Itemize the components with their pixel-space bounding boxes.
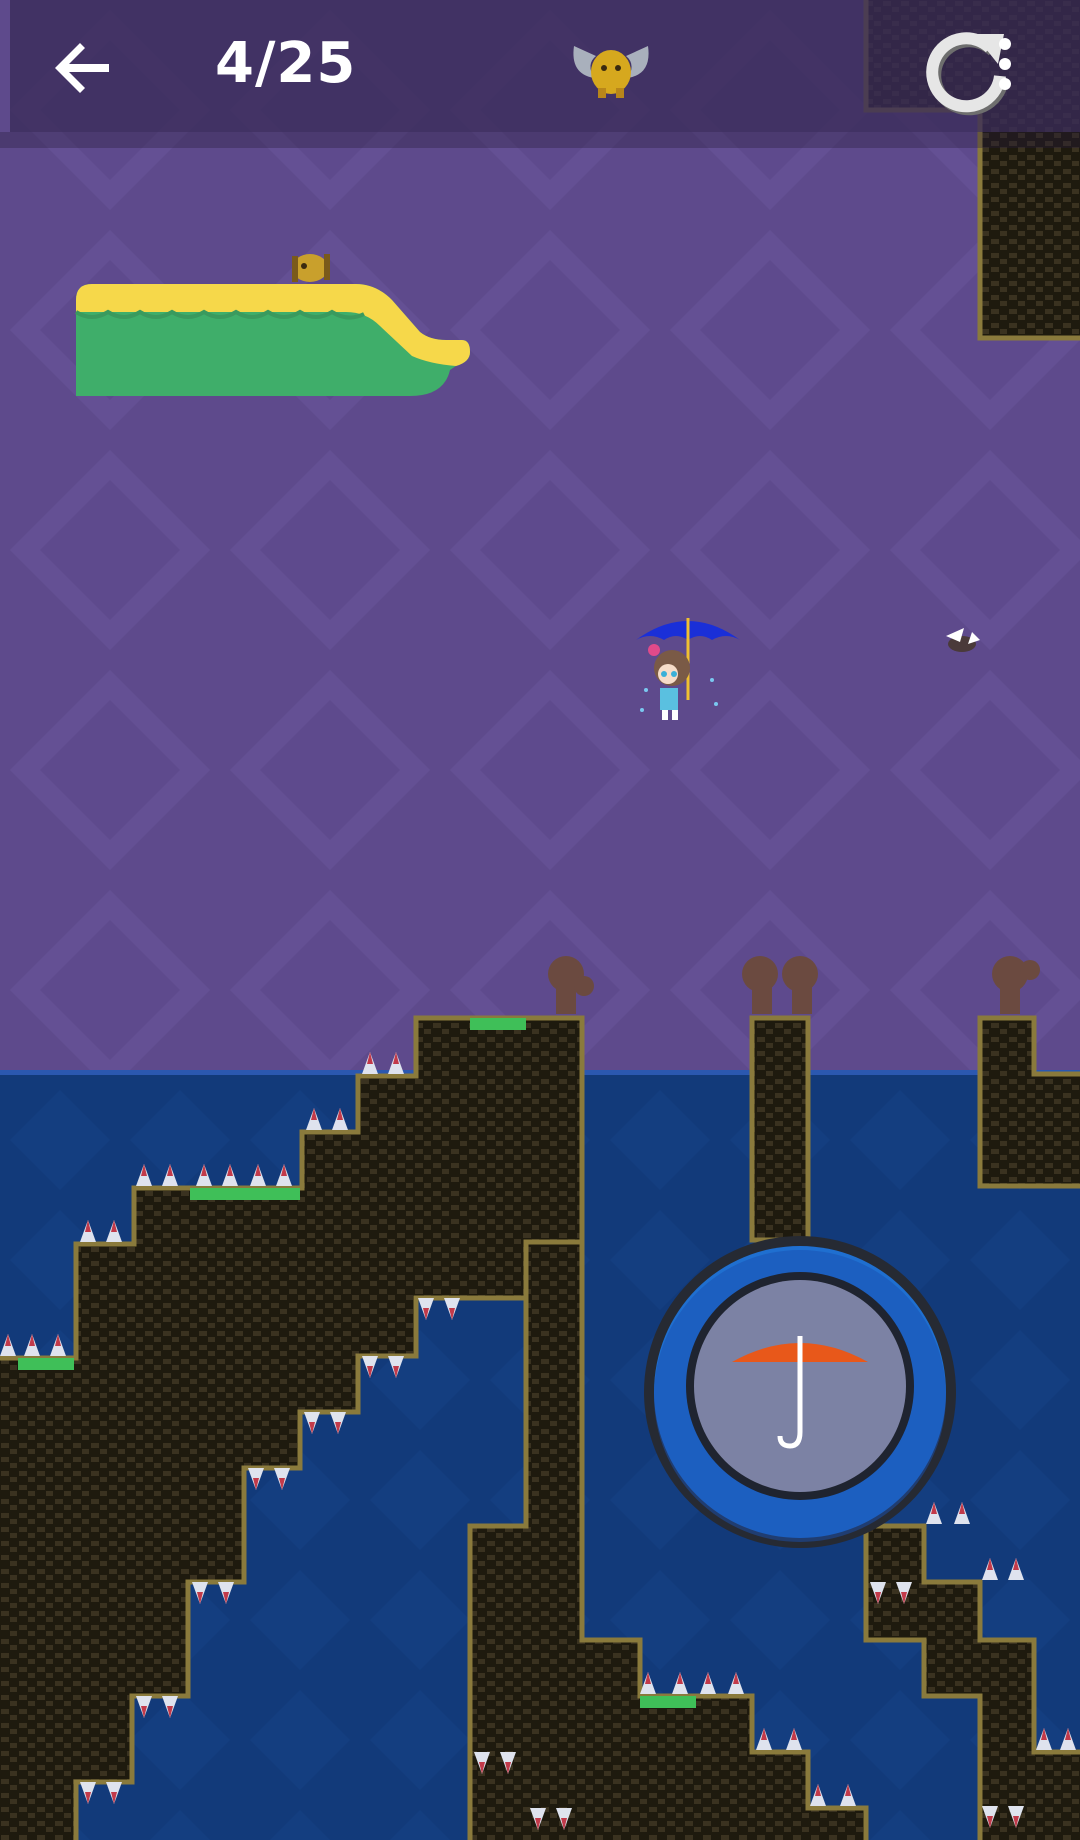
game-scene — [0, 0, 1080, 1840]
hud-shadow — [0, 132, 1080, 148]
vertical-dots-menu-icon — [999, 38, 1011, 90]
back-button[interactable] — [45, 28, 125, 108]
rock-column-mid — [749, 1015, 811, 1243]
level-counter: 4/25 — [215, 31, 357, 96]
overflow-menu-button[interactable] — [993, 32, 1017, 96]
golden-bird-collectible — [292, 254, 330, 282]
winged-bird-trophy-icon — [568, 34, 654, 100]
back-arrow-icon — [55, 43, 109, 93]
umbrella-action-button[interactable] — [640, 1232, 960, 1552]
